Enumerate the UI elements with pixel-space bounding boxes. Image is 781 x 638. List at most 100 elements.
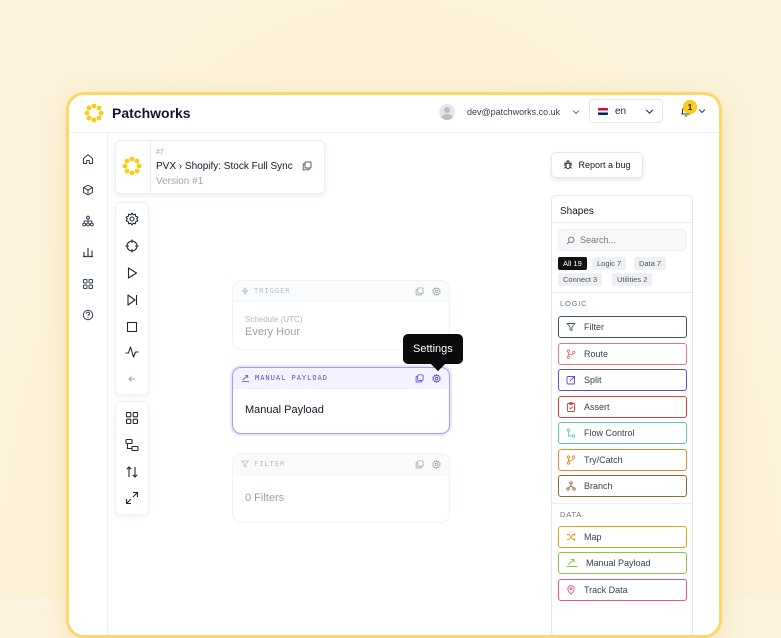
chevron-down-icon	[572, 110, 580, 115]
shape-flow-control-label: Flow Control	[584, 428, 635, 438]
settings-gear-icon[interactable]	[432, 373, 441, 383]
shapes-search[interactable]	[558, 229, 687, 251]
settings-gear-icon[interactable]	[432, 459, 441, 469]
chip-utilities[interactable]: Utilities 2	[612, 273, 653, 286]
home-icon[interactable]	[82, 153, 94, 165]
shape-split-label: Split	[584, 375, 602, 385]
auto-layout-icon[interactable]	[125, 438, 139, 452]
flow-version: Version #1	[156, 176, 204, 187]
language-select[interactable]: en	[589, 99, 663, 123]
brand[interactable]: Patchworks	[84, 103, 191, 123]
filter-node-header: FILTER	[233, 454, 449, 475]
divider	[552, 222, 692, 223]
arrow-left-icon[interactable]	[127, 374, 137, 384]
shape-assert-label: Assert	[584, 402, 610, 412]
filter-node-value: 0 Filters	[245, 492, 285, 504]
top-bar: Patchworks dev@patchworks.co.uk en 1	[69, 95, 719, 133]
shapes-search-input[interactable]	[580, 235, 680, 245]
manual-payload-node-label: MANUAL PAYLOAD	[255, 374, 329, 382]
clipboard-check-icon	[567, 402, 575, 412]
layout-toolbar	[115, 401, 149, 515]
shape-try-catch[interactable]: Try/Catch	[558, 449, 687, 471]
trigger-node-header: TRIGGER	[233, 281, 449, 302]
brand-name: Patchworks	[112, 105, 191, 121]
copy-icon[interactable]	[415, 459, 424, 469]
copy-icon[interactable]	[415, 286, 424, 296]
route-icon	[566, 349, 576, 359]
stop-icon[interactable]	[125, 320, 139, 334]
bug-icon	[564, 160, 573, 169]
shape-assert[interactable]: Assert	[558, 396, 687, 418]
flow-title: PVX › Shopify: Stock Full Sync	[156, 161, 293, 172]
chip-all[interactable]: All 19	[558, 257, 587, 270]
shape-filter[interactable]: Filter	[558, 316, 687, 338]
shape-manual-payload-label: Manual Payload	[586, 558, 651, 568]
chip-data[interactable]: Data 7	[634, 257, 667, 270]
filter-node-label: FILTER	[254, 460, 286, 468]
payload-icon	[241, 374, 250, 382]
chip-connect[interactable]: Connect 3	[558, 273, 603, 286]
data-section-label: DATA	[560, 510, 583, 519]
split-icon	[566, 376, 575, 385]
manual-payload-value: Manual Payload	[245, 404, 324, 416]
user-email: dev@patchworks.co.uk	[467, 107, 561, 117]
filter-icon	[241, 460, 249, 468]
cube-icon[interactable]	[82, 184, 94, 196]
shape-branch[interactable]: Branch	[558, 475, 687, 497]
shape-track-data-label: Track Data	[584, 585, 628, 595]
apps-grid-icon[interactable]	[82, 278, 94, 290]
report-bug-button[interactable]: Report a bug	[551, 152, 643, 178]
copy-icon[interactable]	[302, 161, 312, 171]
crosshair-icon[interactable]	[125, 239, 139, 253]
app-window: Patchworks dev@patchworks.co.uk en 1 #7 …	[66, 92, 722, 638]
divider	[552, 292, 692, 293]
shuffle-icon	[567, 532, 576, 542]
canvas-toolbar	[115, 202, 149, 395]
activity-pulse-icon[interactable]	[125, 345, 139, 359]
chip-logic[interactable]: Logic 7	[592, 257, 627, 270]
flow-header-card: #7 PVX › Shopify: Stock Full Sync Versio…	[115, 140, 325, 194]
step-forward-icon[interactable]	[125, 293, 139, 307]
shape-manual-payload[interactable]: Manual Payload	[558, 552, 687, 574]
shape-map-label: Map	[584, 532, 602, 542]
flow-control-icon	[566, 428, 576, 438]
divider	[552, 503, 692, 504]
grid-icon[interactable]	[125, 411, 139, 425]
sort-arrows-icon[interactable]	[125, 465, 139, 479]
filter-node[interactable]: FILTER 0 Filters	[232, 453, 450, 523]
hierarchy-icon[interactable]	[82, 215, 94, 227]
shape-map[interactable]: Map	[558, 526, 687, 548]
trigger-schedule-label: Schedule (UTC)	[245, 315, 303, 324]
help-icon[interactable]	[82, 309, 94, 321]
map-pin-icon	[567, 585, 575, 595]
divider	[150, 141, 151, 193]
expand-icon[interactable]	[125, 491, 139, 505]
language-value: en	[615, 105, 627, 117]
settings-gear-icon[interactable]	[125, 212, 139, 226]
shapes-title: Shapes	[560, 206, 594, 217]
logic-section-label: LOGIC	[560, 299, 588, 308]
shape-flow-control[interactable]: Flow Control	[558, 422, 687, 444]
manual-payload-node[interactable]: MANUAL PAYLOAD Manual Payload	[232, 367, 450, 434]
chevron-down-icon[interactable]	[698, 107, 706, 115]
shape-split[interactable]: Split	[558, 369, 687, 391]
avatar	[439, 104, 455, 120]
play-icon[interactable]	[125, 266, 139, 280]
try-catch-icon	[566, 455, 576, 465]
shape-route[interactable]: Route	[558, 343, 687, 365]
manual-payload-node-header: MANUAL PAYLOAD	[233, 368, 449, 389]
payload-icon	[566, 559, 578, 567]
shape-filter-label: Filter	[584, 322, 604, 332]
settings-gear-icon[interactable]	[432, 286, 441, 296]
shape-branch-label: Branch	[584, 481, 613, 491]
notification-badge: 1	[683, 100, 697, 114]
report-bug-label: Report a bug	[578, 160, 631, 170]
copy-icon[interactable]	[415, 373, 424, 383]
user-menu[interactable]: dev@patchworks.co.uk	[439, 104, 580, 120]
chevron-down-icon	[645, 108, 654, 114]
trigger-node-label: TRIGGER	[254, 287, 291, 295]
patchworks-logo-icon	[84, 103, 104, 123]
branch-icon	[566, 481, 576, 491]
lightning-icon	[241, 287, 249, 295]
bar-chart-icon[interactable]	[82, 246, 94, 258]
